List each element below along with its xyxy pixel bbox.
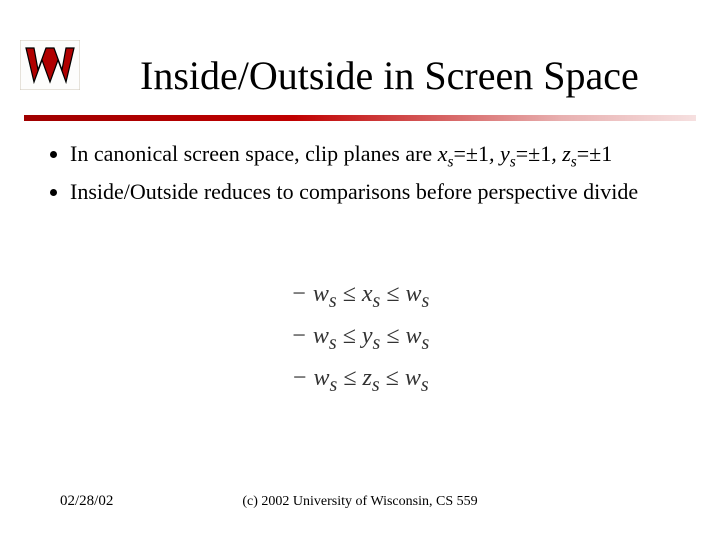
- equation-2: − ws ≤ ys ≤ ws: [0, 317, 720, 359]
- slide: Inside/Outside in Screen Space In canoni…: [0, 0, 720, 540]
- eq1-lhs-sub: s: [329, 290, 337, 312]
- eq-1: =±1: [453, 141, 488, 166]
- eq3-rel2: ≤: [380, 365, 405, 391]
- equation-1: − ws ≤ xs ≤ ws: [0, 275, 720, 317]
- eq1-rhs: w: [405, 281, 421, 307]
- eq-2: =±1: [516, 141, 551, 166]
- eq3-mid-sub: s: [372, 373, 380, 395]
- equations-block: − ws ≤ xs ≤ ws − ws ≤ ys ≤ ws − ws ≤ zs …: [0, 275, 720, 400]
- wisconsin-logo: [20, 40, 80, 90]
- sep-1: ,: [489, 141, 500, 166]
- eq2-rhs-sub: s: [422, 332, 430, 354]
- eq2-lhs: − w: [291, 323, 329, 349]
- var-z: z: [562, 141, 571, 166]
- title-underline: [24, 115, 696, 121]
- slide-title: Inside/Outside in Screen Space: [140, 52, 639, 99]
- equation-3: − ws ≤ zs ≤ ws: [0, 359, 720, 401]
- eq3-rel1: ≤: [337, 365, 362, 391]
- eq3-lhs: − w: [291, 365, 329, 391]
- eq-3: =±1: [577, 141, 612, 166]
- footer-copyright: (c) 2002 University of Wisconsin, CS 559: [0, 494, 720, 510]
- bullet-1-prefix: In canonical screen space, clip planes a…: [70, 141, 438, 166]
- var-x: x: [438, 141, 448, 166]
- var-y: y: [500, 141, 510, 166]
- sep-2: ,: [551, 141, 562, 166]
- eq1-lhs: − w: [291, 281, 329, 307]
- eq2-lhs-sub: s: [329, 332, 337, 354]
- eq2-rel1: ≤: [337, 323, 362, 349]
- eq3-rhs: w: [405, 365, 421, 391]
- eq2-rhs: w: [405, 323, 421, 349]
- slide-body: In canonical screen space, clip planes a…: [50, 140, 670, 211]
- bullet-1: In canonical screen space, clip planes a…: [70, 140, 670, 172]
- eq3-rhs-sub: s: [421, 373, 429, 395]
- eq1-rel1: ≤: [337, 281, 362, 307]
- eq2-rel2: ≤: [380, 323, 405, 349]
- eq2-var: y: [362, 323, 373, 349]
- eq3-var: z: [363, 365, 372, 391]
- bullet-2: Inside/Outside reduces to comparisons be…: [70, 178, 670, 206]
- eq1-rhs-sub: s: [422, 290, 430, 312]
- eq1-rel2: ≤: [380, 281, 405, 307]
- eq1-var: x: [362, 281, 373, 307]
